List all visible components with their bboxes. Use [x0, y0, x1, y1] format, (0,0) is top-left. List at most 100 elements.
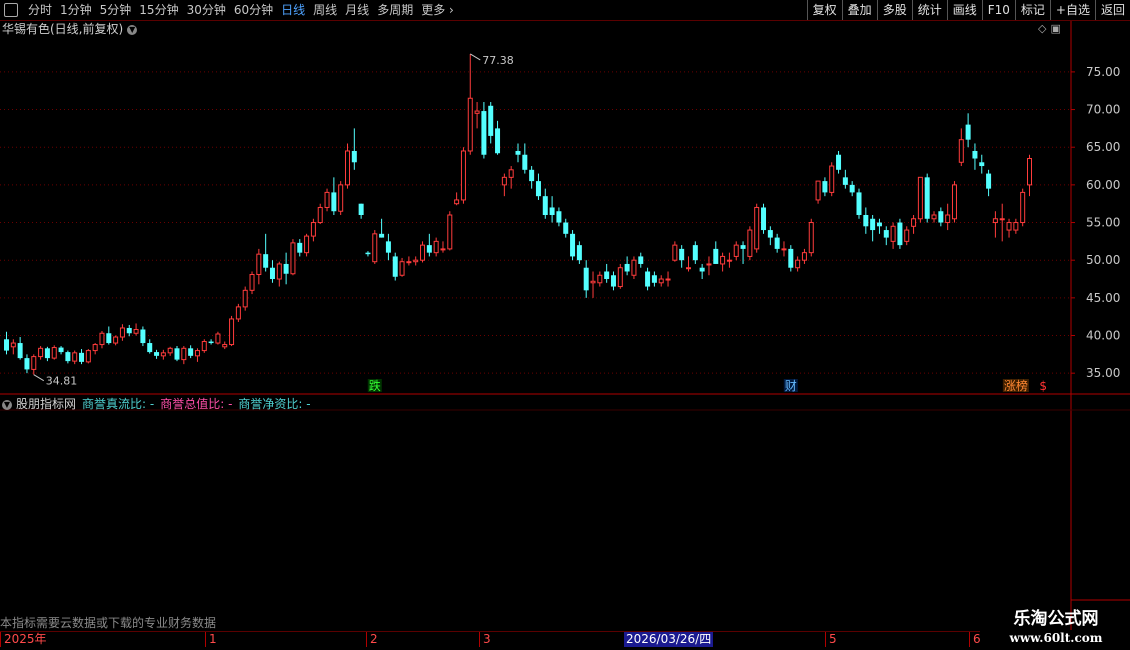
candle-body-down: [65, 352, 71, 362]
candle-body-down: [365, 252, 371, 255]
candle-body-down: [699, 267, 705, 272]
kline-chart[interactable]: 35.00 40.00 45.00 50.00 55.00 60.00 65.00 70.00…: [0, 0, 1130, 650]
candle-body-up: [38, 347, 44, 358]
candle-body-up: [474, 110, 480, 114]
candle-body-up: [501, 176, 507, 186]
candle-body-up: [119, 327, 125, 338]
candle-body-down: [154, 352, 160, 356]
candle-body-down: [79, 352, 85, 362]
candle-body-up: [345, 150, 350, 186]
candle-body-down: [488, 105, 494, 136]
indicator-series-1: 商誉真流比: -: [82, 397, 155, 411]
candle-body-up: [242, 289, 248, 308]
candle-body-up: [904, 229, 910, 242]
timeline-label: 6: [969, 632, 981, 647]
candle-body-down: [876, 222, 882, 227]
candle-body-down: [358, 203, 364, 215]
low-pointer: [33, 374, 45, 382]
candle-body-up: [215, 333, 221, 344]
candle-body-down: [610, 275, 616, 287]
timeline-label: 3: [479, 632, 491, 647]
chevron-down-icon[interactable]: ▼: [2, 399, 12, 410]
y-tick-label: 35.00: [1086, 366, 1120, 380]
candle-body-down: [651, 275, 657, 283]
candle-body-down: [426, 245, 432, 253]
candle-body-down: [713, 248, 719, 264]
candle-body-up: [420, 244, 426, 261]
candle-body-down: [58, 347, 64, 353]
candle-body-down: [883, 230, 889, 238]
candle-body-up: [1006, 222, 1012, 231]
y-tick-label: 50.00: [1086, 253, 1120, 267]
candle-body-up: [51, 347, 57, 359]
candle-body-up: [665, 278, 671, 281]
candle-body-up: [454, 199, 460, 205]
candle-body-up: [310, 222, 316, 237]
candle-body-down: [147, 343, 153, 353]
y-tick-label: 75.00: [1086, 65, 1120, 79]
candle-body-down: [4, 339, 9, 351]
candle-body-down: [17, 343, 23, 359]
candle-body-up: [801, 252, 807, 261]
candle-body-down: [740, 245, 746, 249]
data-notice: 本指标需要云数据或下载的专业财务数据: [0, 616, 217, 630]
candle-body-up: [290, 242, 296, 275]
candle-body-down: [604, 271, 610, 280]
candle-body-down: [692, 245, 698, 261]
candle-body-up: [815, 180, 821, 201]
candle-body-down: [208, 341, 214, 344]
candle-body-up: [917, 176, 923, 220]
watermark-logo: 乐淘公式网 www.60lt.com: [982, 608, 1130, 650]
candle-body-up: [467, 97, 473, 152]
candle-body-up: [133, 328, 139, 334]
candle-body-down: [897, 222, 903, 246]
candle-body-up: [10, 342, 16, 348]
candle-body-down: [379, 233, 385, 238]
candle-body-up: [413, 259, 419, 263]
candle-body-up: [726, 259, 732, 262]
candle-body-down: [297, 242, 303, 253]
watermark-line2: www.60lt.com: [1009, 631, 1103, 645]
candle-body-up: [372, 233, 378, 263]
candle-body-up: [617, 267, 623, 288]
candle-body-down: [529, 169, 535, 182]
candle-body-up: [1027, 158, 1032, 186]
candle-body-up: [440, 248, 446, 251]
candle-body-up: [92, 344, 98, 352]
candle-body-up: [276, 263, 282, 280]
candle-body-up: [201, 341, 207, 352]
candle-body-up: [951, 184, 957, 220]
candle-body-down: [842, 177, 848, 185]
timeline-label: 2: [366, 632, 378, 647]
candle-body-down: [24, 358, 30, 370]
event-marker: 涨榜: [1004, 378, 1028, 393]
candle-body-down: [849, 184, 855, 193]
candle-body-up: [235, 306, 241, 320]
candle-body-down: [972, 150, 978, 159]
candle-body-up: [808, 222, 814, 254]
candle-body-down: [269, 267, 275, 280]
candle-body-up: [1020, 191, 1026, 224]
candle-body-down: [140, 329, 146, 344]
candle-body-down: [263, 254, 269, 268]
candle-body-up: [317, 206, 323, 224]
candle-body-down: [624, 263, 630, 272]
candle-body-up: [406, 261, 412, 264]
candle-body-down: [863, 215, 869, 227]
candle-body-down: [549, 207, 555, 215]
candle-body-down: [870, 218, 876, 231]
candle-body-down: [979, 162, 985, 167]
candle-body-down: [761, 207, 767, 231]
candle-body-up: [249, 274, 255, 291]
candle-body-down: [542, 196, 548, 215]
candle-body-up: [999, 218, 1005, 221]
candle-body-up: [167, 347, 173, 354]
y-tick-label: 70.00: [1086, 103, 1120, 117]
candle-body-down: [788, 248, 794, 268]
candle-body-down: [563, 222, 569, 234]
candle-body-up: [433, 240, 439, 254]
candle-body-down: [556, 211, 562, 223]
candle-body-down: [570, 233, 576, 257]
candle-body-down: [535, 181, 541, 197]
candle-body-down: [856, 192, 862, 215]
